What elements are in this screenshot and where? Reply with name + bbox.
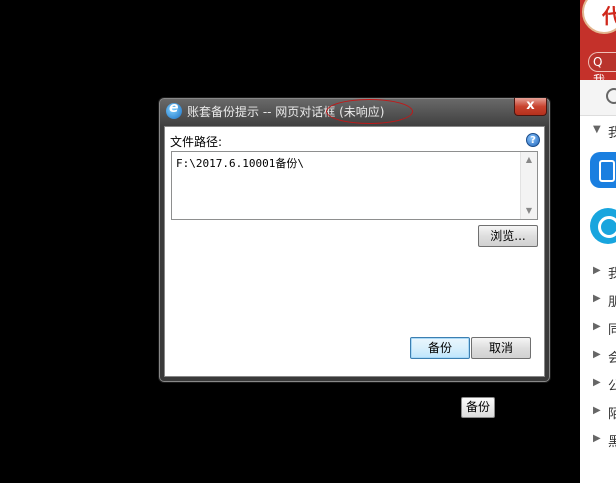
browse-button[interactable]: 浏览... xyxy=(478,225,538,247)
chevron-right-icon: ▶ xyxy=(593,265,601,276)
dialog-content: 文件路径: ? F:\2017.6.10001备份\ ▲ ▼ 浏览... 备份 … xyxy=(164,126,545,377)
group-item-label: 我 xyxy=(608,267,616,282)
group-item-label: 同 xyxy=(608,323,616,338)
chat-icon[interactable] xyxy=(606,88,616,104)
group-item[interactable]: ▶ 朋 xyxy=(580,291,616,311)
group-item[interactable]: ▶ 陌 xyxy=(580,403,616,423)
wifi-app-icon[interactable] xyxy=(590,208,616,244)
backup-dialog: 账套备份提示 -- 网页对话框 (未响应) x 文件路径: ? F:\2017.… xyxy=(158,97,551,383)
ie-icon xyxy=(166,100,182,119)
backup-button[interactable]: 备份 xyxy=(410,337,470,359)
file-path-value: F:\2017.6.10001备份\ xyxy=(176,157,304,170)
chevron-right-icon: ▶ xyxy=(593,377,601,388)
cancel-button[interactable]: 取消 xyxy=(471,337,531,359)
chevron-right-icon: ▶ xyxy=(593,433,601,444)
chevron-right-icon: ▶ xyxy=(593,349,601,360)
group-item[interactable]: ▶ 我 xyxy=(580,263,616,283)
chevron-down-icon: ▼ xyxy=(593,124,601,135)
group-collapse[interactable]: ▼ 我 xyxy=(580,122,616,142)
group-item[interactable]: ▶ 公 xyxy=(580,375,616,395)
group-item-label: 会 xyxy=(608,351,616,366)
chevron-right-icon: ▶ xyxy=(593,293,601,304)
close-button[interactable]: x xyxy=(514,98,547,116)
group-item[interactable]: ▶ 黑 xyxy=(580,431,616,451)
dialog-title: 账套备份提示 -- 网页对话框 (未响应) xyxy=(187,105,385,119)
screen: 备份 代 Q 我 ▼ 我 ▶ 我 ▶ 朋 ▶ 同 ▶ 会 xyxy=(0,0,616,483)
file-path-textarea[interactable]: F:\2017.6.10001备份\ ▲ ▼ xyxy=(171,151,538,220)
group-item-label: 朋 xyxy=(608,295,616,310)
file-path-label: 文件路径: xyxy=(170,135,223,149)
side-panel: 代 Q 我 ▼ 我 ▶ 我 ▶ 朋 ▶ 同 ▶ 会 ▶ 公 xyxy=(580,0,616,483)
group-item[interactable]: ▶ 会 xyxy=(580,347,616,367)
scroll-down-icon[interactable]: ▼ xyxy=(524,206,534,216)
scrollbar[interactable]: ▲ ▼ xyxy=(520,152,537,219)
scroll-up-icon[interactable]: ▲ xyxy=(524,155,534,165)
phone-app-icon[interactable] xyxy=(590,152,616,188)
side-panel-header: 代 Q 我 xyxy=(580,0,616,87)
group-item-label: 黑 xyxy=(608,435,616,450)
chevron-right-icon: ▶ xyxy=(593,405,601,416)
group-item[interactable]: ▶ 同 xyxy=(580,319,616,339)
help-icon[interactable]: ? xyxy=(526,133,540,147)
background-backup-button[interactable]: 备份 xyxy=(461,397,495,418)
search-input[interactable]: Q 我 xyxy=(588,52,616,87)
group-item-label: 公 xyxy=(608,379,616,394)
group-label: 我 xyxy=(608,126,616,141)
chevron-right-icon: ▶ xyxy=(593,321,601,332)
group-item-label: 陌 xyxy=(608,407,616,422)
avatar-char: 代 xyxy=(602,4,616,28)
title-bar[interactable]: 账套备份提示 -- 网页对话框 (未响应) x xyxy=(159,98,552,124)
